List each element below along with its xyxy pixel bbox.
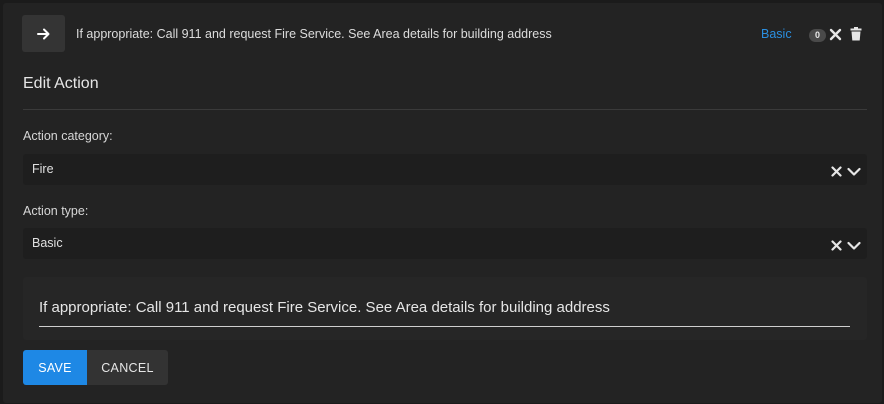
action-summary-text: If appropriate: Call 911 and request Fir… <box>76 27 552 41</box>
description-container: If appropriate: Call 911 and request Fir… <box>23 277 867 340</box>
clear-icon[interactable] <box>831 164 842 182</box>
action-type-link[interactable]: Basic <box>761 27 792 41</box>
chevron-down-icon[interactable] <box>847 164 861 182</box>
action-type-label: Action type: <box>23 204 89 218</box>
clear-icon[interactable] <box>831 238 842 256</box>
chevron-down-icon[interactable] <box>847 238 861 256</box>
edit-action-title: Edit Action <box>23 75 99 92</box>
close-icon[interactable] <box>829 28 842 46</box>
action-category-label: Action category: <box>23 129 113 143</box>
action-category-select[interactable]: Fire <box>23 154 867 185</box>
cancel-button[interactable]: CANCEL <box>87 350 168 385</box>
action-type-select[interactable]: Basic <box>23 228 867 259</box>
expand-action-button[interactable] <box>22 15 65 52</box>
action-header: If appropriate: Call 911 and request Fir… <box>22 15 874 55</box>
action-category-value: Fire <box>32 162 54 176</box>
action-description-input[interactable]: If appropriate: Call 911 and request Fir… <box>39 299 850 327</box>
arrow-right-icon <box>36 28 51 40</box>
trash-icon[interactable] <box>850 27 862 46</box>
divider <box>23 109 867 110</box>
count-badge: 0 <box>809 29 826 42</box>
action-type-value: Basic <box>32 236 63 250</box>
action-panel: If appropriate: Call 911 and request Fir… <box>3 3 882 403</box>
save-button[interactable]: SAVE <box>23 350 87 385</box>
